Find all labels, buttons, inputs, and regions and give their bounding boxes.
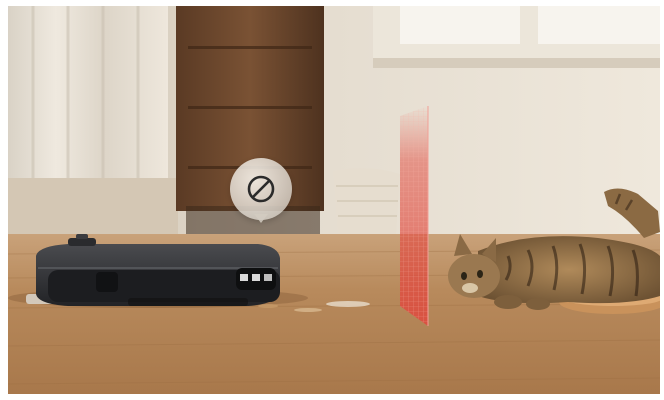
product-photo xyxy=(8,6,660,394)
laser-barrier xyxy=(400,106,429,326)
wall-panel xyxy=(8,178,178,240)
obstacle-alert-bubble xyxy=(230,158,292,223)
basket xyxy=(333,168,400,239)
robot-vacuum xyxy=(26,234,280,306)
robot-sensor-panel xyxy=(236,268,276,290)
no-entry-icon xyxy=(247,175,275,203)
image-frame xyxy=(0,0,664,400)
window xyxy=(373,6,660,68)
scene-illustration xyxy=(8,6,660,394)
